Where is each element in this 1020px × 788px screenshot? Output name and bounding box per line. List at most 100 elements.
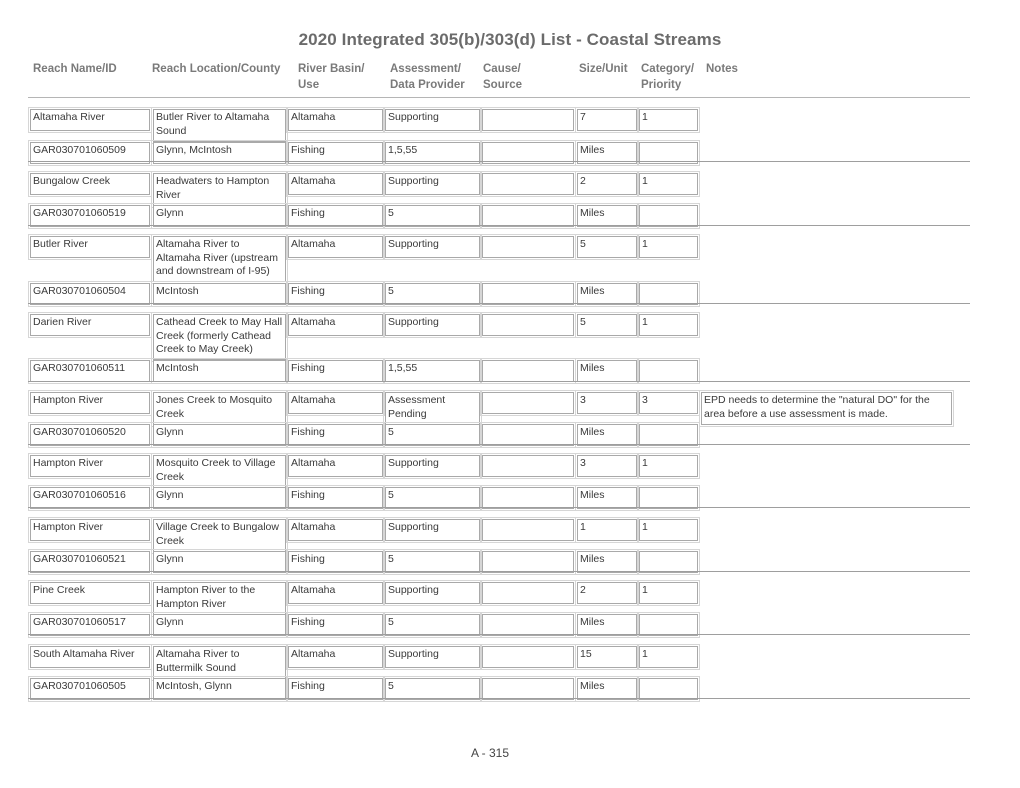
category-cell: 1 (637, 644, 700, 670)
river-basin-cell: Altamaha (286, 390, 385, 416)
use-cell: Fishing (286, 281, 385, 307)
river-basin-cell: Altamaha (286, 107, 385, 133)
size-cell: 1 (575, 517, 639, 543)
reach-location-cell: Headwaters to Hampton River (151, 171, 288, 208)
unit-cell: Miles (575, 422, 639, 448)
assessment-cell: Supporting (383, 312, 482, 338)
unit-cell: Miles (575, 612, 639, 638)
header-assessment: Assessment/ Data Provider (390, 61, 465, 93)
reach-name-cell: Pine Creek (28, 580, 152, 606)
category-cell: 1 (637, 234, 700, 260)
reach-name-cell: Hampton River (28, 517, 152, 543)
unit-cell: Miles (575, 203, 639, 229)
source-cell (480, 549, 576, 575)
reach-location-cell: Village Creek to Bungalow Creek (151, 517, 288, 554)
data-provider-cell: 5 (383, 281, 482, 307)
assessment-cell: Supporting (383, 234, 482, 260)
category-cell: 1 (637, 171, 700, 197)
use-cell: Fishing (286, 485, 385, 511)
cause-cell (480, 580, 576, 606)
category-cell: 1 (637, 312, 700, 338)
header-river-basin: River Basin/ Use (298, 61, 364, 93)
header-category-line2: Priority (641, 79, 682, 91)
header-divider (28, 97, 970, 98)
header-notes: Notes (706, 63, 738, 75)
reach-name-cell: Butler River (28, 234, 152, 260)
reach-id-cell: GAR030701060504 (28, 281, 152, 307)
assessment-cell: Supporting (383, 453, 482, 479)
size-cell: 2 (575, 171, 639, 197)
assessment-cell: Supporting (383, 107, 482, 133)
size-cell: 7 (575, 107, 639, 133)
river-basin-cell: Altamaha (286, 234, 385, 260)
use-cell: Fishing (286, 549, 385, 575)
header-size-unit: Size/Unit (579, 63, 628, 75)
county-cell: Glynn (151, 485, 288, 511)
size-cell: 5 (575, 312, 639, 338)
size-cell: 3 (575, 453, 639, 479)
size-cell: 2 (575, 580, 639, 606)
size-cell: 3 (575, 390, 639, 416)
unit-cell: Miles (575, 281, 639, 307)
reach-location-cell: Jones Creek to Mosquito Creek (151, 390, 288, 427)
cause-cell (480, 644, 576, 670)
county-cell: McIntosh, Glynn (151, 676, 288, 702)
cause-cell (480, 390, 576, 416)
county-cell: Glynn (151, 422, 288, 448)
county-cell: McIntosh (151, 281, 288, 307)
priority-cell (637, 485, 700, 511)
priority-cell (637, 281, 700, 307)
river-basin-cell: Altamaha (286, 580, 385, 606)
header-cause-line1: Cause/ (483, 63, 521, 75)
size-cell: 5 (575, 234, 639, 260)
record-divider (28, 444, 970, 445)
record-divider (28, 634, 970, 635)
reach-location-cell: Cathead Creek to May Hall Creek (formerl… (151, 312, 288, 362)
cause-cell (480, 107, 576, 133)
assessment-cell: Supporting (383, 517, 482, 543)
reach-name-cell: Bungalow Creek (28, 171, 152, 197)
reach-location-cell: Altamaha River to Buttermilk Sound (151, 644, 288, 681)
data-provider-cell: 1,5,55 (383, 358, 482, 384)
reach-location-cell: Hampton River to the Hampton River (151, 580, 288, 617)
unit-cell: Miles (575, 676, 639, 702)
assessment-cell: Supporting (383, 171, 482, 197)
data-provider-cell: 5 (383, 549, 482, 575)
reach-id-cell: GAR030701060517 (28, 612, 152, 638)
size-cell: 15 (575, 644, 639, 670)
county-cell: Glynn (151, 203, 288, 229)
unit-cell: Miles (575, 485, 639, 511)
category-cell: 1 (637, 453, 700, 479)
record-divider (28, 303, 970, 304)
source-cell (480, 358, 576, 384)
cause-cell (480, 517, 576, 543)
river-basin-cell: Altamaha (286, 644, 385, 670)
reach-name-cell: Darien River (28, 312, 152, 338)
cause-cell (480, 171, 576, 197)
river-basin-cell: Altamaha (286, 453, 385, 479)
notes-cell: EPD needs to determine the "natural DO" … (699, 390, 954, 427)
header-assessment-line2: Data Provider (390, 79, 465, 91)
header-reach-name: Reach Name/ID (33, 63, 117, 75)
record-divider (28, 698, 970, 699)
header-category: Category/ Priority (641, 61, 694, 93)
assessment-cell: Supporting (383, 580, 482, 606)
use-cell: Fishing (286, 203, 385, 229)
use-cell: Fishing (286, 358, 385, 384)
reach-id-cell: GAR030701060511 (28, 358, 152, 384)
reach-name-cell: South Altamaha River (28, 644, 152, 670)
priority-cell (637, 422, 700, 448)
category-cell: 1 (637, 517, 700, 543)
reach-id-cell: GAR030701060516 (28, 485, 152, 511)
county-cell: McIntosh (151, 358, 288, 384)
use-cell: Fishing (286, 612, 385, 638)
priority-cell (637, 676, 700, 702)
reach-name-cell: Hampton River (28, 390, 152, 416)
record-divider (28, 507, 970, 508)
page-title: 2020 Integrated 305(b)/303(d) List - Coa… (298, 30, 722, 49)
source-cell (480, 203, 576, 229)
cause-cell (480, 234, 576, 260)
reach-name-cell: Altamaha River (28, 107, 152, 133)
river-basin-cell: Altamaha (286, 171, 385, 197)
cause-cell (480, 312, 576, 338)
